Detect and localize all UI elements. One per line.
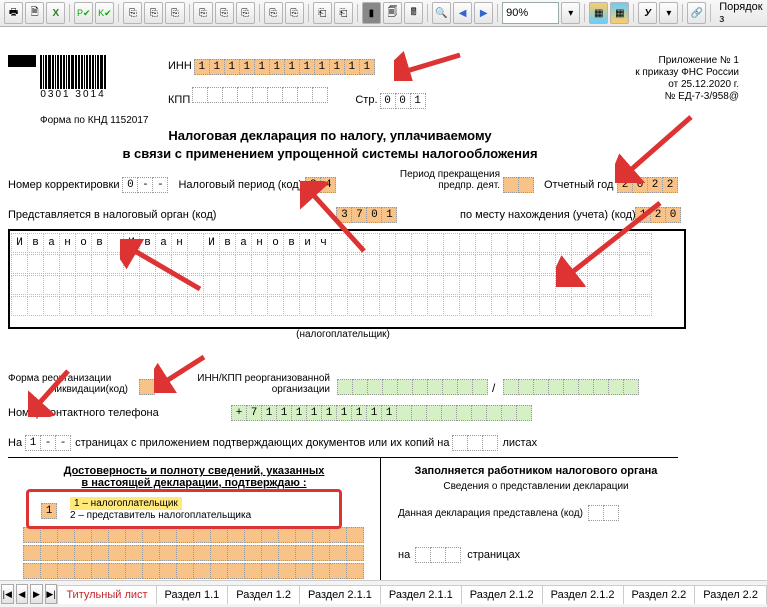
order-label: Порядок з — [719, 1, 763, 25]
barcode: 0301 3014 — [40, 55, 106, 100]
reorg-inn-cells[interactable] — [338, 379, 488, 395]
tool9-icon[interactable]: ⎗ — [313, 2, 332, 24]
inn-row: ИНН 111111111111 — [168, 59, 375, 75]
reorg-inn-label: ИНН/КПП реорганизованной организации — [190, 373, 330, 395]
link-icon[interactable]: 🔗 — [687, 2, 706, 24]
pages-count-cells[interactable]: 1-- — [26, 435, 71, 451]
tab-section-1-1[interactable]: Раздел 1.1 — [156, 585, 229, 604]
print-icon[interactable]: 🖶 — [4, 2, 23, 24]
tool10-icon[interactable]: ⎗ — [334, 2, 353, 24]
pages-row: На 1-- страницах с приложением подтвержд… — [8, 435, 537, 451]
nav-right-icon[interactable]: ▶ — [474, 2, 493, 24]
taxpayer-name-box[interactable]: Иванов Иван Иванович — [8, 229, 686, 329]
nav-left-icon[interactable]: ◀ — [453, 2, 472, 24]
kpp-row: КПП Стр. 001 — [168, 87, 426, 109]
tab-section-1-2[interactable]: Раздел 1.2 — [227, 585, 300, 604]
search-icon[interactable]: 🔍 — [432, 2, 451, 24]
tab-last-icon[interactable]: ▶| — [45, 584, 58, 604]
taxpayer-type-label: (налогоплательщик) — [8, 329, 678, 340]
year-cells[interactable]: 2022 — [618, 177, 678, 193]
kpp-cells[interactable] — [193, 87, 328, 103]
tab-title-page[interactable]: Титульный лист — [57, 585, 156, 604]
barcode-text: 0301 3014 — [40, 89, 105, 100]
inn-cells[interactable]: 111111111111 — [195, 59, 375, 75]
submit-cells[interactable]: 3701 — [337, 207, 397, 223]
tab-section-2-1-2a[interactable]: Раздел 2.1.2 — [461, 585, 543, 604]
page-number-cells: 001 — [381, 93, 426, 109]
confirm-header: Достоверность и полноту сведений, указан… — [24, 465, 364, 489]
check-p-icon[interactable]: P✔ — [74, 2, 93, 24]
form-title: Налоговая декларация по налогу, уплачива… — [0, 127, 660, 162]
phone-label: Номер контактного телефона — [8, 407, 159, 419]
tab-section-2-1-2b[interactable]: Раздел 2.1.2 — [542, 585, 624, 604]
termination-label: Период прекращения предпр. деят. — [390, 169, 500, 191]
check-k-icon[interactable]: K✔ — [95, 2, 114, 24]
filled-pages-row: на страницах — [398, 547, 520, 563]
tool4-icon[interactable]: ⎘ — [193, 2, 212, 24]
place-cells[interactable]: 120 — [636, 207, 681, 223]
u-drop-icon[interactable]: ▾ — [659, 2, 678, 24]
color1-icon[interactable]: ▦ — [589, 2, 608, 24]
tab-first-icon[interactable]: |◀ — [1, 584, 14, 604]
reorg-kpp-cells[interactable] — [504, 379, 639, 395]
preview-icon[interactable]: 🗎 — [25, 2, 44, 24]
reorg-label: Форма реорганизации пиквидации(код) — [8, 373, 128, 395]
zoom-drop-icon[interactable]: ▾ — [561, 2, 580, 24]
filled-code-row: Данная декларация представлена (код) — [398, 505, 619, 521]
arrow-icon — [394, 51, 464, 81]
correction-row: Номер корректировки 0-- Налоговый период… — [8, 177, 336, 193]
u-icon[interactable]: У — [638, 2, 657, 24]
document-page: 0301 3014 Приложение № 1 к приказу ФНС Р… — [0, 27, 767, 582]
flag-icon[interactable]: ▮ — [362, 2, 381, 24]
presented-code-cells — [589, 505, 619, 521]
tool5-icon[interactable]: ⎘ — [215, 2, 234, 24]
calc-icon[interactable]: 🖩 — [404, 2, 423, 24]
tool3-icon[interactable]: ⎘ — [165, 2, 184, 24]
excel-icon[interactable]: X — [46, 2, 65, 24]
doc-icon[interactable]: 🗐 — [383, 2, 402, 24]
tool7-icon[interactable]: ⎘ — [264, 2, 283, 24]
toolbar: 🖶 🗎 X P✔ K✔ ⎘ ⎘ ⎘ ⎘ ⎘ ⎘ ⎘ ⎘ ⎗ ⎗ ▮ 🗐 🖩 🔍 … — [0, 0, 767, 27]
submit-row: Представляется в налоговый орган (код) 3… — [8, 207, 397, 223]
tool2-icon[interactable]: ⎘ — [144, 2, 163, 24]
tool6-icon[interactable]: ⎘ — [236, 2, 255, 24]
year-label: Отчетный год — [544, 179, 613, 191]
black-marker — [8, 55, 36, 67]
filled-by-header: Заполняется работником налогового органа… — [398, 465, 674, 492]
termination-cells[interactable] — [504, 177, 534, 193]
tool8-icon[interactable]: ⎘ — [285, 2, 304, 24]
filled-pages-cells — [416, 547, 461, 563]
tool1-icon[interactable]: ⎘ — [123, 2, 142, 24]
tab-section-2-1-1a[interactable]: Раздел 2.1.1 — [299, 585, 381, 604]
phone-cells[interactable]: +7111111111 — [232, 405, 532, 421]
zoom-input[interactable] — [502, 2, 559, 24]
color2-icon[interactable]: ▦ — [610, 2, 629, 24]
appendix-info: Приложение № 1 к приказу ФНС России от 2… — [635, 55, 739, 103]
reorg-form-cells[interactable] — [140, 379, 155, 395]
sheet-tabs: |◀ ◀ ▶ ▶| Титульный лист Раздел 1.1 Разд… — [0, 580, 767, 607]
attachment-pages-cells[interactable] — [453, 435, 498, 451]
correction-cells[interactable]: 0-- — [123, 177, 168, 193]
tab-next-icon[interactable]: ▶ — [30, 584, 43, 604]
tab-section-2-2b[interactable]: Раздел 2.2 — [694, 585, 767, 604]
place-label: по месту нахождения (учета) (код) — [460, 209, 636, 221]
period-cells[interactable]: 34 — [306, 177, 336, 193]
tab-section-2-1-1b[interactable]: Раздел 2.1.1 — [380, 585, 462, 604]
tab-section-2-2a[interactable]: Раздел 2.2 — [623, 585, 696, 604]
highlight-box — [26, 489, 342, 529]
tab-prev-icon[interactable]: ◀ — [16, 584, 29, 604]
form-code: Форма по КНД 1152017 — [40, 115, 148, 126]
